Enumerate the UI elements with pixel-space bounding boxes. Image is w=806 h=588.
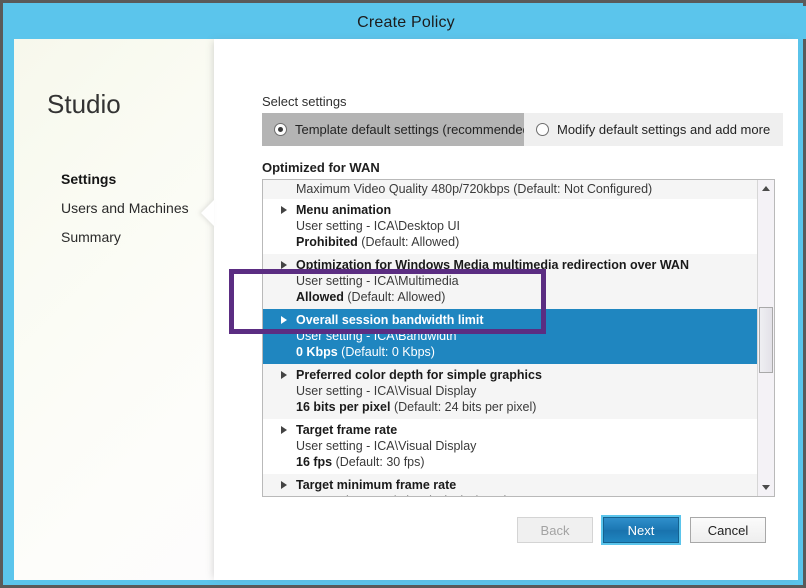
row-value: Allowed (Default: Allowed)	[296, 289, 751, 305]
row-title: Target frame rate	[296, 423, 398, 437]
radio-modify-default-settings-label: Modify default settings and add more	[557, 122, 771, 137]
back-button[interactable]: Back	[517, 517, 593, 543]
row-subtitle: User setting - ICA\Visual Display\Moving…	[296, 493, 751, 496]
sidebar-item-users-and-machines[interactable]: Users and Machines	[61, 199, 211, 217]
radio-unselected-icon	[536, 123, 549, 136]
row-value: 16 bits per pixel (Default: 24 bits per …	[296, 399, 751, 415]
panel-pointer-arrow	[201, 200, 214, 226]
row-title: Optimization for Windows Media multimedi…	[296, 258, 689, 272]
wizard-main-panel: Select settings Template default setting…	[201, 39, 798, 580]
expand-arrow-icon[interactable]	[281, 426, 287, 434]
dialog-content-area: Studio Settings Users and Machines Summa…	[14, 39, 798, 580]
row-value-default: (Default: Allowed)	[357, 235, 460, 249]
row-title: Preferred color depth for simple graphic…	[296, 368, 542, 382]
row-subtitle: User setting - ICA\Visual Display	[296, 384, 477, 398]
row-value-bold: 0 Kbps	[296, 345, 338, 359]
row-value-bold: Allowed	[296, 290, 344, 304]
wizard-step-list: Settings Users and Machines Summary	[61, 170, 211, 257]
row-value: 0 Kbps (Default: 0 Kbps)	[296, 344, 751, 360]
cancel-button[interactable]: Cancel	[690, 517, 766, 543]
expand-arrow-icon[interactable]	[281, 371, 287, 379]
expand-arrow-icon[interactable]	[281, 206, 287, 214]
dialog-footer: Back Next Cancel	[214, 517, 798, 557]
scroll-up-button[interactable]	[758, 180, 774, 197]
sidebar-item-summary[interactable]: Summary	[61, 228, 211, 246]
settings-listbox[interactable]: Maximum Video Quality 480p/720kbps (Defa…	[262, 179, 775, 497]
table-row[interactable]: Maximum Video Quality 480p/720kbps (Defa…	[263, 180, 757, 199]
row-subtitle: User setting - ICA\Visual Display	[296, 439, 477, 453]
row-title: Menu animation	[296, 203, 392, 217]
row-title: Target minimum frame rate	[296, 478, 457, 492]
wizard-sidebar: Studio Settings Users and Machines Summa…	[14, 39, 214, 580]
application-window: Create Policy Studio Settings Users and …	[0, 0, 806, 588]
scroll-down-arrow-icon	[762, 485, 770, 490]
table-row[interactable]: Optimization for Windows Media multimedi…	[263, 254, 757, 309]
row-title: Overall session bandwidth limit	[296, 313, 484, 327]
vertical-scrollbar[interactable]	[757, 180, 774, 496]
sidebar-item-settings[interactable]: Settings	[61, 170, 211, 188]
row-subtitle: User setting - ICA\Bandwidth	[296, 329, 457, 343]
title-bar: Create Policy	[6, 6, 806, 39]
row-value-default: (Default: 24 bits per pixel)	[390, 400, 537, 414]
product-title: Studio	[47, 89, 121, 119]
row-value-bold: 16 fps	[296, 455, 333, 469]
optimized-for-wan-label: Optimized for WAN	[262, 160, 380, 175]
radio-modify-default-settings[interactable]: Modify default settings and add more	[524, 113, 784, 146]
table-row[interactable]: Target frame rate User setting - ICA\Vis…	[263, 419, 757, 474]
radio-template-default-settings-label: Template default settings (recommended)	[295, 122, 535, 137]
scroll-down-button[interactable]	[758, 479, 774, 496]
expand-arrow-icon[interactable]	[281, 316, 287, 324]
settings-mode-radio-group: Template default settings (recommended) …	[262, 113, 784, 146]
expand-arrow-icon[interactable]	[281, 481, 287, 489]
row-value: Prohibited (Default: Allowed)	[296, 234, 751, 250]
row-value: Maximum Video Quality 480p/720kbps (Defa…	[296, 182, 653, 196]
row-value-bold: Prohibited	[296, 235, 358, 249]
window-title: Create Policy	[357, 13, 455, 31]
row-value: 16 fps (Default: 30 fps)	[296, 454, 751, 470]
row-subtitle: User setting - ICA\Desktop UI	[296, 219, 460, 233]
row-value-default: (Default: 30 fps)	[332, 455, 425, 469]
row-subtitle: User setting - ICA\Multimedia	[296, 274, 459, 288]
scroll-up-arrow-icon	[762, 186, 770, 191]
radio-selected-icon	[274, 123, 287, 136]
table-row[interactable]: Target minimum frame rate User setting -…	[263, 474, 757, 496]
next-button[interactable]: Next	[603, 517, 679, 543]
row-value-default: (Default: 0 Kbps)	[337, 345, 435, 359]
table-row[interactable]: Preferred color depth for simple graphic…	[263, 364, 757, 419]
radio-template-default-settings[interactable]: Template default settings (recommended)	[262, 113, 534, 146]
scrollbar-thumb[interactable]	[759, 307, 773, 373]
settings-list-viewport: Maximum Video Quality 480p/720kbps (Defa…	[263, 180, 757, 496]
expand-arrow-icon[interactable]	[281, 261, 287, 269]
select-settings-label: Select settings	[262, 94, 347, 109]
table-row-selected[interactable]: Overall session bandwidth limit User set…	[263, 309, 757, 364]
row-value-bold: 16 bits per pixel	[296, 400, 391, 414]
row-value-default: (Default: Allowed)	[343, 290, 446, 304]
table-row[interactable]: Menu animation User setting - ICA\Deskto…	[263, 199, 757, 254]
